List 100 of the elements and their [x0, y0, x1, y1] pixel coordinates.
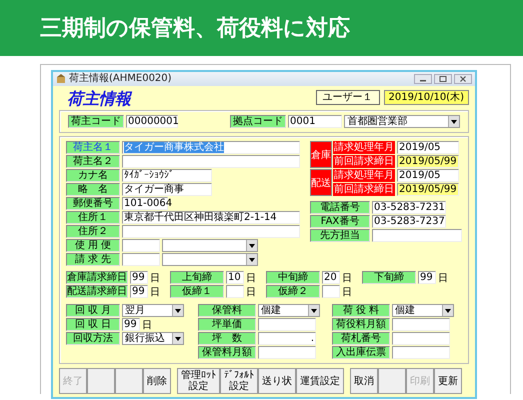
field-label: 上旬締 — [170, 271, 224, 284]
text-field[interactable]: 99 — [122, 318, 140, 331]
caret-icon — [175, 308, 181, 312]
text-field[interactable]: ﾀｲｶﾞｰｼｮｳｼﾞ — [122, 169, 212, 182]
function-button[interactable]: 取消 — [350, 368, 378, 394]
function-button[interactable] — [115, 368, 143, 394]
text-field[interactable]: タイガー商事 — [122, 183, 212, 196]
caret-icon — [445, 308, 451, 312]
field-label: 前回請求締日 — [333, 183, 395, 196]
dropdown-button[interactable] — [308, 305, 319, 316]
unit-label: 日 — [342, 286, 352, 298]
window-title: 荷主情報(AHME0020) — [69, 73, 172, 85]
dropdown-field[interactable]: 個建 — [258, 304, 320, 317]
field-label: 先方担当 — [310, 229, 370, 242]
dropdown-field[interactable] — [162, 239, 258, 252]
text-field[interactable]: 00000001 — [126, 115, 178, 128]
dropdown-button[interactable] — [172, 305, 183, 316]
field-label: 荷 役 料 — [332, 304, 390, 317]
field-label: 倉庫請求締日 — [66, 271, 128, 284]
text-field[interactable]: 20 — [322, 271, 340, 284]
minimize-button[interactable] — [414, 74, 432, 84]
dropdown-field[interactable]: 翌月 — [122, 304, 184, 317]
maximize-button[interactable] — [434, 74, 452, 84]
banner-title: 三期制の保管料、荷役料に対応 — [40, 14, 350, 43]
function-button[interactable] — [87, 368, 115, 394]
field-label: 中旬締 — [266, 271, 320, 284]
text-field[interactable] — [372, 229, 462, 242]
text-field[interactable] — [392, 318, 450, 331]
text-field[interactable]: 99 — [130, 271, 148, 284]
close-button[interactable] — [454, 74, 472, 84]
field-label: 使 用 便 — [66, 239, 120, 252]
field-label: 請求処理年月 — [333, 169, 395, 182]
field-label: 請 求 先 — [66, 253, 120, 266]
text-field[interactable] — [392, 332, 450, 345]
date-field[interactable]: 2019/05 — [397, 169, 459, 182]
date-field[interactable]: 2019/05/99 — [397, 155, 459, 168]
field-label: 坪単価 — [198, 318, 256, 331]
text-field[interactable]: 03-5283-7231 — [372, 201, 446, 214]
text-field[interactable] — [226, 285, 244, 298]
caret-icon — [451, 120, 457, 124]
date-field[interactable]: 2019/05/99 — [397, 183, 459, 196]
text-field[interactable] — [258, 346, 316, 359]
dropdown-field[interactable]: 個建 — [392, 304, 454, 317]
unit-label: 日 — [246, 286, 256, 298]
text-field[interactable] — [122, 253, 160, 266]
dropdown-field[interactable] — [162, 253, 258, 266]
date-field[interactable]: 2019/05 — [397, 141, 459, 154]
field-label: 略 名 — [66, 183, 120, 196]
dropdown-field[interactable]: 銀行振込 — [122, 332, 184, 345]
maximize-icon — [439, 76, 447, 82]
current-date: 2019/10/10(木) — [384, 90, 469, 104]
field-label: 入出庫伝票 — [332, 346, 390, 359]
text-field[interactable] — [258, 318, 316, 331]
field-label: 荷役料月額 — [332, 318, 390, 331]
function-button[interactable]: 運賃設定 — [296, 368, 344, 394]
field-label: 下旬締 — [362, 271, 416, 284]
function-button[interactable]: ﾃﾞﾌｫﾙﾄ 設定 — [220, 368, 258, 394]
function-button[interactable]: 送り状 — [258, 368, 296, 394]
text-field[interactable]: 99 — [418, 271, 436, 284]
unit-label: 日 — [150, 272, 160, 284]
dropdown-button[interactable] — [448, 116, 459, 127]
text-field[interactable] — [392, 346, 450, 359]
text-field[interactable]: 0001 — [288, 115, 342, 128]
function-button[interactable] — [378, 368, 406, 394]
unit-label: 日 — [438, 272, 448, 284]
text-field[interactable]: 99 — [130, 285, 148, 298]
user-name: ユーザー１ — [316, 90, 380, 104]
text-field[interactable]: 03-5283-7237 — [372, 215, 446, 228]
field-label: 仮締１ — [170, 285, 224, 298]
caret-icon — [249, 258, 255, 262]
field-label: 坪 数 — [198, 332, 256, 345]
unit-label: 日 — [342, 272, 352, 284]
group-label: 配送 — [310, 169, 332, 196]
caret-icon — [175, 336, 181, 340]
dropdown-button[interactable] — [442, 305, 453, 316]
function-button[interactable]: 削除 — [143, 368, 171, 394]
text-field[interactable] — [322, 285, 340, 298]
unit-label: 日 — [150, 286, 160, 298]
field-label: FAX番号 — [310, 215, 370, 228]
dropdown-button[interactable] — [246, 254, 257, 265]
field-label: 回 収 月 — [66, 304, 120, 317]
field-label: 荷主コード — [68, 115, 124, 128]
dropdown-button[interactable] — [172, 333, 183, 344]
text-field[interactable] — [122, 225, 300, 238]
dropdown-button[interactable] — [246, 240, 257, 251]
text-field[interactable]: 東京都千代田区神田猿楽町2-1-14 — [122, 211, 300, 224]
unit-label: 日 — [246, 272, 256, 284]
app-icon — [56, 74, 66, 84]
field-label: 配送請求締日 — [66, 285, 128, 298]
function-button[interactable]: 更新 — [434, 368, 462, 394]
text-field[interactable]: . — [258, 332, 316, 345]
field-label: 住所２ — [66, 225, 120, 238]
field-label: 前回請求締日 — [333, 155, 395, 168]
text-field[interactable] — [122, 155, 300, 168]
text-field[interactable] — [122, 239, 160, 252]
field-label: 荷主名１ — [66, 141, 120, 154]
function-button[interactable]: 管理ﾛｯﾄ 設定 — [177, 368, 220, 394]
dropdown-field[interactable]: 首都圏営業部 — [344, 115, 460, 128]
text-field[interactable]: 10 — [226, 271, 244, 284]
field-label: 住所１ — [66, 211, 120, 224]
